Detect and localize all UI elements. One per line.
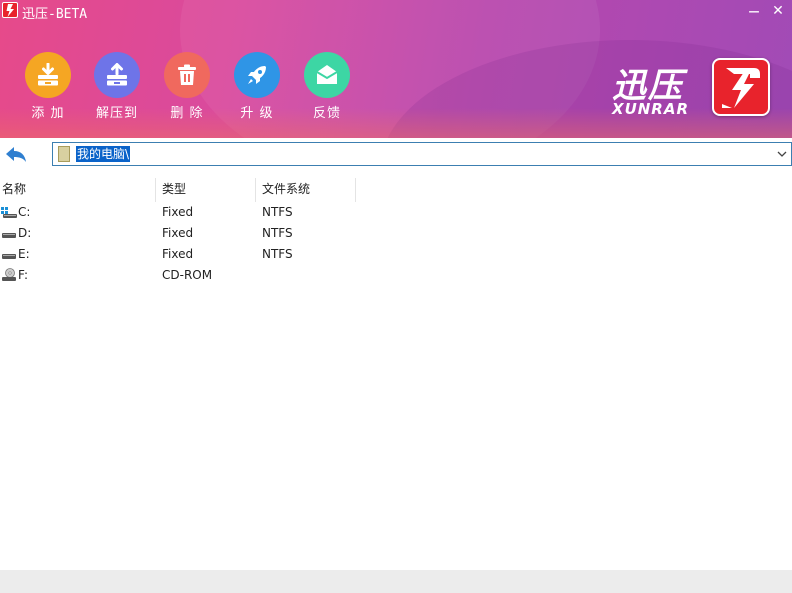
title-bar[interactable]: 迅压-BETA — ✕ [0, 0, 792, 22]
drive-name: C: [18, 205, 31, 219]
extract-to-button[interactable]: 解压到 [87, 52, 147, 122]
address-bar[interactable]: 我的电脑\ [52, 142, 792, 166]
header-banner: 迅压-BETA — ✕ 添 加 解压到 删 除 升 级 反馈 迅压 XUNRAR [0, 0, 792, 138]
feedback-mail-icon [304, 52, 350, 98]
hard-drive-icon [1, 228, 16, 239]
add-button-label: 添 加 [31, 106, 65, 121]
hard-drive-icon [1, 249, 16, 260]
add-archive-icon [25, 52, 71, 98]
delete-button-label: 删 除 [170, 106, 204, 121]
status-bar [0, 570, 792, 593]
drive-filesystem: NTFS [262, 247, 293, 261]
minimize-icon: — [748, 4, 760, 18]
table-row[interactable]: D: Fixed NTFS [0, 223, 360, 244]
delete-button[interactable]: 删 除 [157, 52, 217, 122]
column-header-name[interactable]: 名称 [0, 178, 156, 202]
upgrade-button[interactable]: 升 级 [227, 52, 287, 122]
table-row[interactable]: C: Fixed NTFS [0, 202, 360, 223]
add-button[interactable]: 添 加 [18, 52, 78, 122]
drive-filesystem: NTFS [262, 226, 293, 240]
drive-name: E: [18, 247, 30, 261]
column-header-filesystem[interactable]: 文件系统 [256, 178, 356, 202]
column-header-label: 名称 [2, 182, 27, 196]
table-row[interactable]: F: CD-ROM [0, 265, 360, 286]
column-header-label: 类型 [162, 182, 187, 196]
app-logo-icon [2, 2, 18, 18]
rocket-upgrade-icon [234, 52, 280, 98]
minimize-button[interactable]: — [744, 2, 764, 20]
drive-type: CD-ROM [162, 268, 213, 282]
address-dropdown-button[interactable] [775, 147, 789, 161]
upgrade-button-label: 升 级 [240, 106, 274, 121]
lightning-logo-icon [712, 58, 770, 116]
back-arrow-icon [6, 147, 26, 162]
feedback-button[interactable]: 反馈 [297, 52, 357, 122]
drive-type: Fixed [162, 226, 194, 240]
delete-trash-icon [164, 52, 210, 98]
back-button[interactable] [4, 144, 30, 166]
column-header-label: 文件系统 [262, 182, 311, 196]
brand-logo: 迅压 XUNRAR [608, 56, 778, 122]
list-header: 名称 类型 文件系统 [0, 178, 792, 202]
drive-type: Fixed [162, 247, 194, 261]
chevron-down-icon [777, 151, 787, 157]
drive-name: F: [18, 268, 29, 282]
folder-icon [58, 146, 70, 162]
drive-filesystem: NTFS [262, 205, 293, 219]
extract-to-button-label: 解压到 [95, 106, 138, 121]
window-title: 迅压-BETA [22, 7, 88, 22]
table-row[interactable]: E: Fixed NTFS [0, 244, 360, 265]
drive-name: D: [18, 226, 32, 240]
system-drive-icon [1, 207, 17, 218]
brand-name-en: XUNRAR [612, 100, 690, 118]
cd-drive-icon [1, 268, 16, 281]
feedback-button-label: 反馈 [312, 106, 341, 121]
extract-to-icon [94, 52, 140, 98]
close-icon: ✕ [772, 3, 784, 19]
drive-type: Fixed [162, 205, 194, 219]
column-header-type[interactable]: 类型 [156, 178, 256, 202]
address-path[interactable]: 我的电脑\ [76, 146, 131, 162]
close-button[interactable]: ✕ [768, 2, 788, 20]
